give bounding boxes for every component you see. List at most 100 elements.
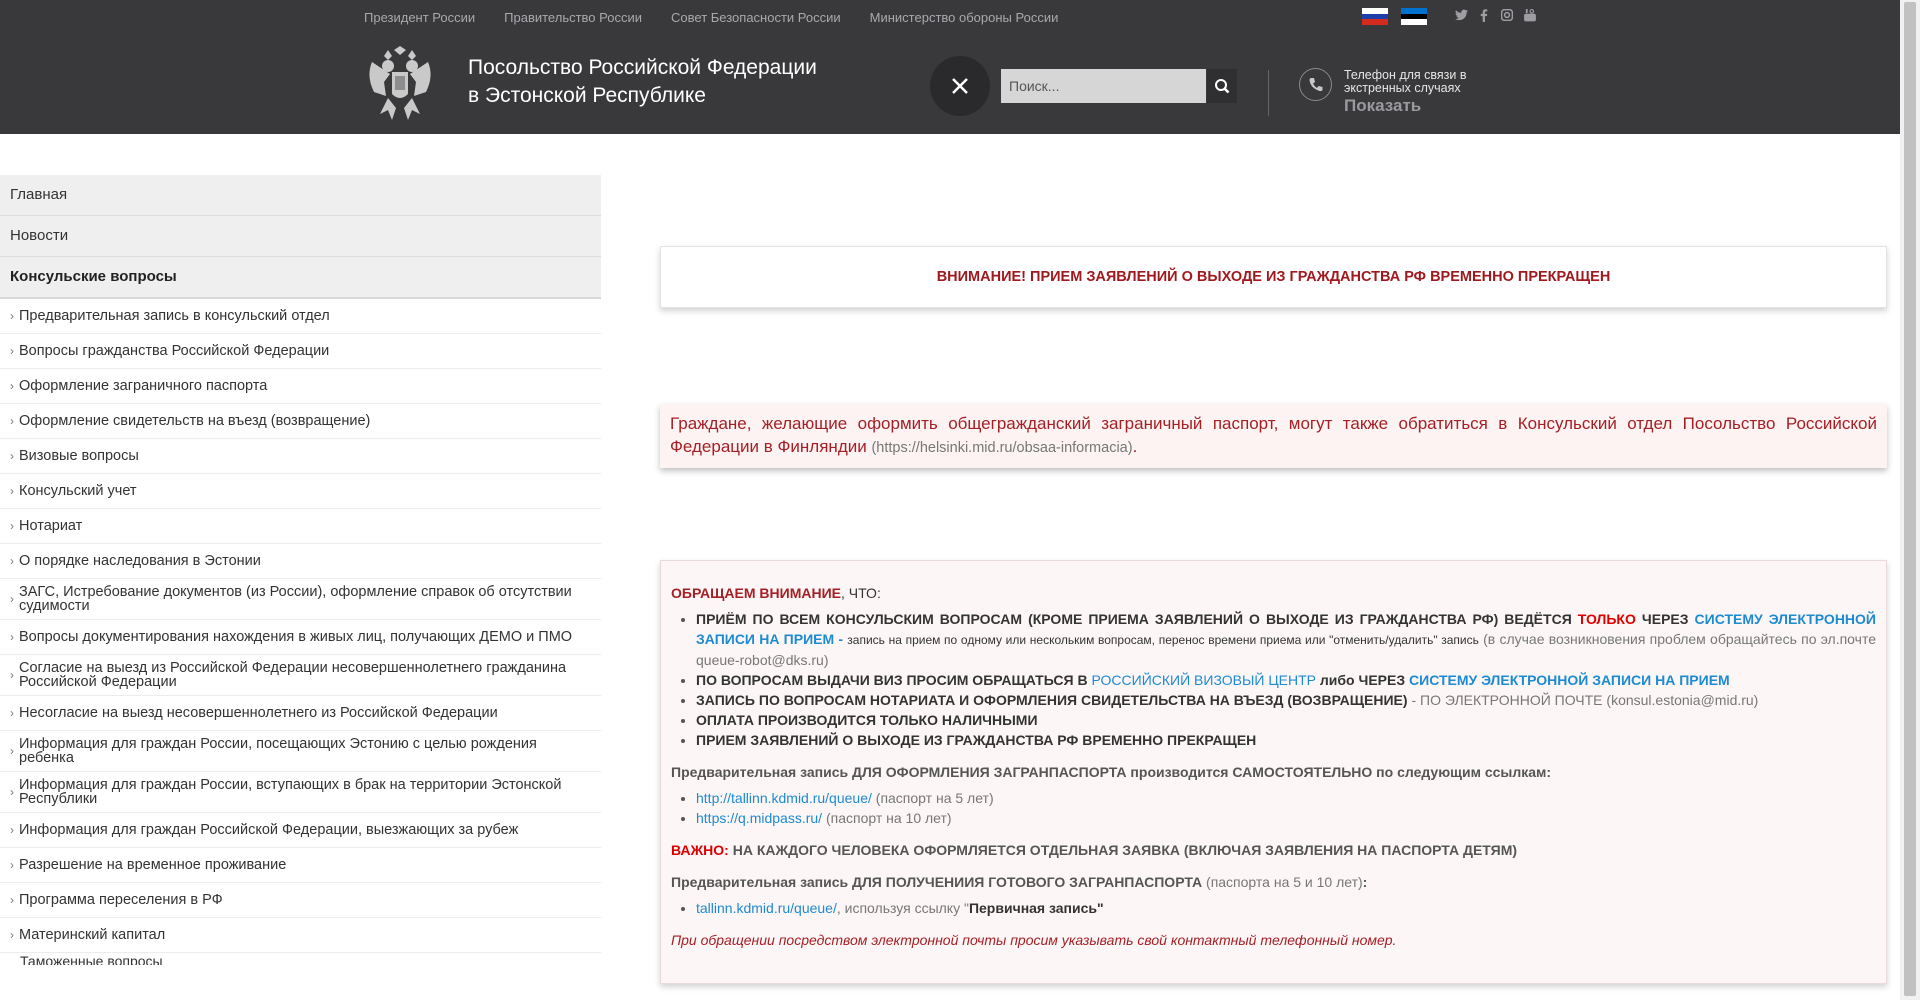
passport-link-10y-item: https://q.midpass.ru/ (паспорт на 10 лет… [696,808,1876,828]
sidebar-subitem-label: Оформление заграничного паспорта [19,378,268,394]
sidebar-subitem[interactable]: › Информация для граждан России, посещающ… [0,731,601,772]
chevron-right-icon: › [10,309,14,323]
sidebar-subitem-label: Вопросы документирования нахождения в жи… [19,629,573,645]
sidebar-subitem[interactable]: › Оформление заграничного паспорта [0,369,601,404]
facebook-icon[interactable] [1477,9,1491,23]
finland-notice-text: Граждане, желающие оформить общегражданс… [670,414,1877,456]
sidebar-subitem-label: Оформление свидетельств на въезд (возвра… [19,413,371,429]
sidebar-subitem-label: Нотариат [19,518,83,534]
e-queue-link-2[interactable]: СИСТЕМУ ЭЛЕКТРОННОЙ ЗАПИСИ НА ПРИЕМ [1409,672,1730,688]
info-bullet-cash: ОПЛАТА ПРОИЗВОДИТСЯ ТОЛЬКО НАЛИЧНЫМИ [696,710,1876,730]
close-icon [952,78,968,94]
sidebar-subitem[interactable]: › Разрешение на временное проживание [0,848,601,883]
visa-center-link[interactable]: РОССИЙСКИЙ ВИЗОВЫЙ ЦЕНТР [1092,672,1317,688]
chevron-right-icon: › [10,668,14,682]
sidebar-subitem-label: Информация для граждан Российской Федера… [19,822,519,838]
sidebar-subitem[interactable]: › Вопросы гражданства Российской Федераци… [0,334,601,369]
chevron-right-icon: › [10,592,14,606]
info-bullet-visas: ПО ВОПРОСАМ ВЫДАЧИ ВИЗ ПРОСИМ ОБРАЩАТЬСЯ… [696,670,1876,690]
ready-passport-heading: Предварительная запись ДЛЯ ПОЛУЧЕНИИЯ ГО… [671,874,1368,890]
sidebar-item-main[interactable]: Главная [0,175,601,216]
sidebar-subitem-label: Информация для граждан России, вступающи… [19,777,562,807]
top-link-government[interactable]: Правительство России [504,10,642,25]
chevron-right-icon: › [10,519,14,533]
finland-notice: Граждане, желающие оформить общегражданс… [660,404,1887,468]
sidebar-item-consular[interactable]: Консульские вопросы [0,257,601,299]
youtube-icon[interactable] [1523,9,1537,23]
tallinn-queue-link[interactable]: http://tallinn.kdmid.ru/queue/ [696,790,872,806]
chevron-right-icon: › [10,414,14,428]
info-bullet-notary: ЗАПИСЬ ПО ВОПРОСАМ НОТАРИАТА И ОФОРМЛЕНИ… [696,690,1876,710]
sidebar-subitem[interactable]: › Несогласие на выезд несовершеннолетнего… [0,696,601,731]
show-phone-link[interactable]: Показать [1344,96,1421,116]
sidebar-subitem[interactable]: › Консульский учет [0,474,601,509]
sidebar-subitem[interactable]: › ЗАГС, Истребование документов (из Росси… [0,579,601,620]
passport-prelim-heading: Предварительная запись ДЛЯ ОФОРМЛЕНИЯ ЗА… [671,764,1552,780]
chevron-right-icon: › [10,484,14,498]
social-links [1454,8,1537,23]
chevron-right-icon: › [10,630,14,644]
language-flags [1362,8,1427,26]
top-link-defense-ministry[interactable]: Министерство обороны России [870,10,1059,25]
search-button[interactable] [1207,69,1237,103]
twitter-icon[interactable] [1454,9,1468,23]
sidebar-subitem[interactable]: › Информация для граждан России, вступающ… [0,772,601,813]
russian-coat-of-arms-logo[interactable] [364,46,436,124]
search-icon [1215,79,1230,94]
sidebar-subitem[interactable]: › О порядке наследования в Эстонии [0,544,601,579]
sidebar-subitem[interactable]: › Информация для граждан Российской Федер… [0,813,601,848]
passport-links: http://tallinn.kdmid.ru/queue/ (паспорт … [671,788,1876,828]
tallinn-queue-link-2[interactable]: tallinn.kdmid.ru/queue/ [696,900,837,916]
chevron-right-icon: › [10,706,14,720]
sidebar-item-customs[interactable]: Таможенные вопросы [0,953,601,965]
consular-info-panel: ОБРАЩАЕМ ВНИМАНИЕ, ЧТО: ПРИЁМ ПО ВСЕМ КО… [660,560,1887,984]
top-link-security-council[interactable]: Совет Безопасности России [671,10,841,25]
sidebar-subitem-label: Консульский учет [19,483,137,499]
header-divider [1268,70,1269,116]
site-title-line1: Посольство Российской Федерации [468,56,817,79]
close-search-button[interactable] [930,56,990,116]
scrollbar-thumb[interactable] [1904,2,1916,996]
chevron-right-icon: › [10,379,14,393]
sidebar-subitem[interactable]: › Оформление свидетельств на въезд (возвр… [0,404,601,439]
chevron-right-icon: › [10,858,14,872]
ready-passport-links: tallinn.kdmid.ru/queue/, используя ссылк… [671,898,1876,918]
sidebar-subitem-label: Разрешение на временное проживание [19,857,287,873]
info-bullets: ПРИЁМ ПО ВСЕМ КОНСУЛЬСКИМ ВОПРОСАМ (КРОМ… [671,609,1876,750]
sidebar-subitem[interactable]: › Программа переселения в РФ [0,883,601,918]
sidebar-subitem-label: Вопросы гражданства Российской Федерации [19,343,330,359]
sidebar-subitem-label: Материнский капитал [19,927,166,943]
email-phone-note: При обращении посредством электронной по… [671,932,1397,948]
sidebar-subitem[interactable]: › Визовые вопросы [0,439,601,474]
chevron-right-icon: › [10,554,14,568]
sidebar-item-news[interactable]: Новости [0,216,601,257]
chevron-right-icon: › [10,785,14,799]
emergency-phone-label: Телефон для связи в экстренных случаях [1344,68,1467,95]
info-bullet-appointments: ПРИЁМ ПО ВСЕМ КОНСУЛЬСКИМ ВОПРОСАМ (КРОМ… [696,609,1876,670]
chevron-right-icon: › [10,344,14,358]
sidebar-subitem-label: ЗАГС, Истребование документов (из России… [19,584,572,614]
russian-flag-icon[interactable] [1362,8,1388,26]
sidebar-subitem[interactable]: › Нотариат [0,509,601,544]
sidebar-subitem-label: Согласие на выезд из Российской Федераци… [19,660,567,690]
midpass-link[interactable]: https://q.midpass.ru/ [696,810,822,826]
finland-notice-url: (https://helsinki.mid.ru/obsaa-informaci… [871,440,1133,456]
estonian-flag-icon[interactable] [1401,8,1427,26]
sidebar-subitem-label: Программа переселения в РФ [19,892,223,908]
search-input[interactable] [1001,69,1206,103]
passport-link-5y-item: http://tallinn.kdmid.ru/queue/ (паспорт … [696,788,1876,808]
sidebar-subitem[interactable]: › Предварительная запись в консульский от… [0,299,601,334]
top-links: Президент России Правительство России Со… [364,10,1058,25]
sidebar-subitem[interactable]: › Согласие на выезд из Российской Федерац… [0,655,601,696]
page-scrollbar[interactable] [1900,0,1920,1000]
sidebar-subitem[interactable]: › Вопросы документирования нахождения в ж… [0,620,601,655]
instagram-icon[interactable] [1500,8,1514,23]
info-heading: ОБРАЩАЕМ ВНИМАНИЕ, ЧТО: [671,585,881,601]
sidebar-subitem-label: Информация для граждан России, посещающи… [19,736,537,766]
site-title[interactable]: Посольство Российской Федерации в Эстонс… [468,54,817,110]
sidebar-subitem[interactable]: › Материнский капитал [0,918,601,953]
top-link-president[interactable]: Президент России [364,10,475,25]
info-bullet-citizenship: ПРИЕМ ЗАЯВЛЕНИЙ О ВЫХОДЕ ИЗ ГРАЖДАНСТВА … [696,730,1876,750]
chevron-right-icon: › [10,744,14,758]
chevron-right-icon: › [10,823,14,837]
